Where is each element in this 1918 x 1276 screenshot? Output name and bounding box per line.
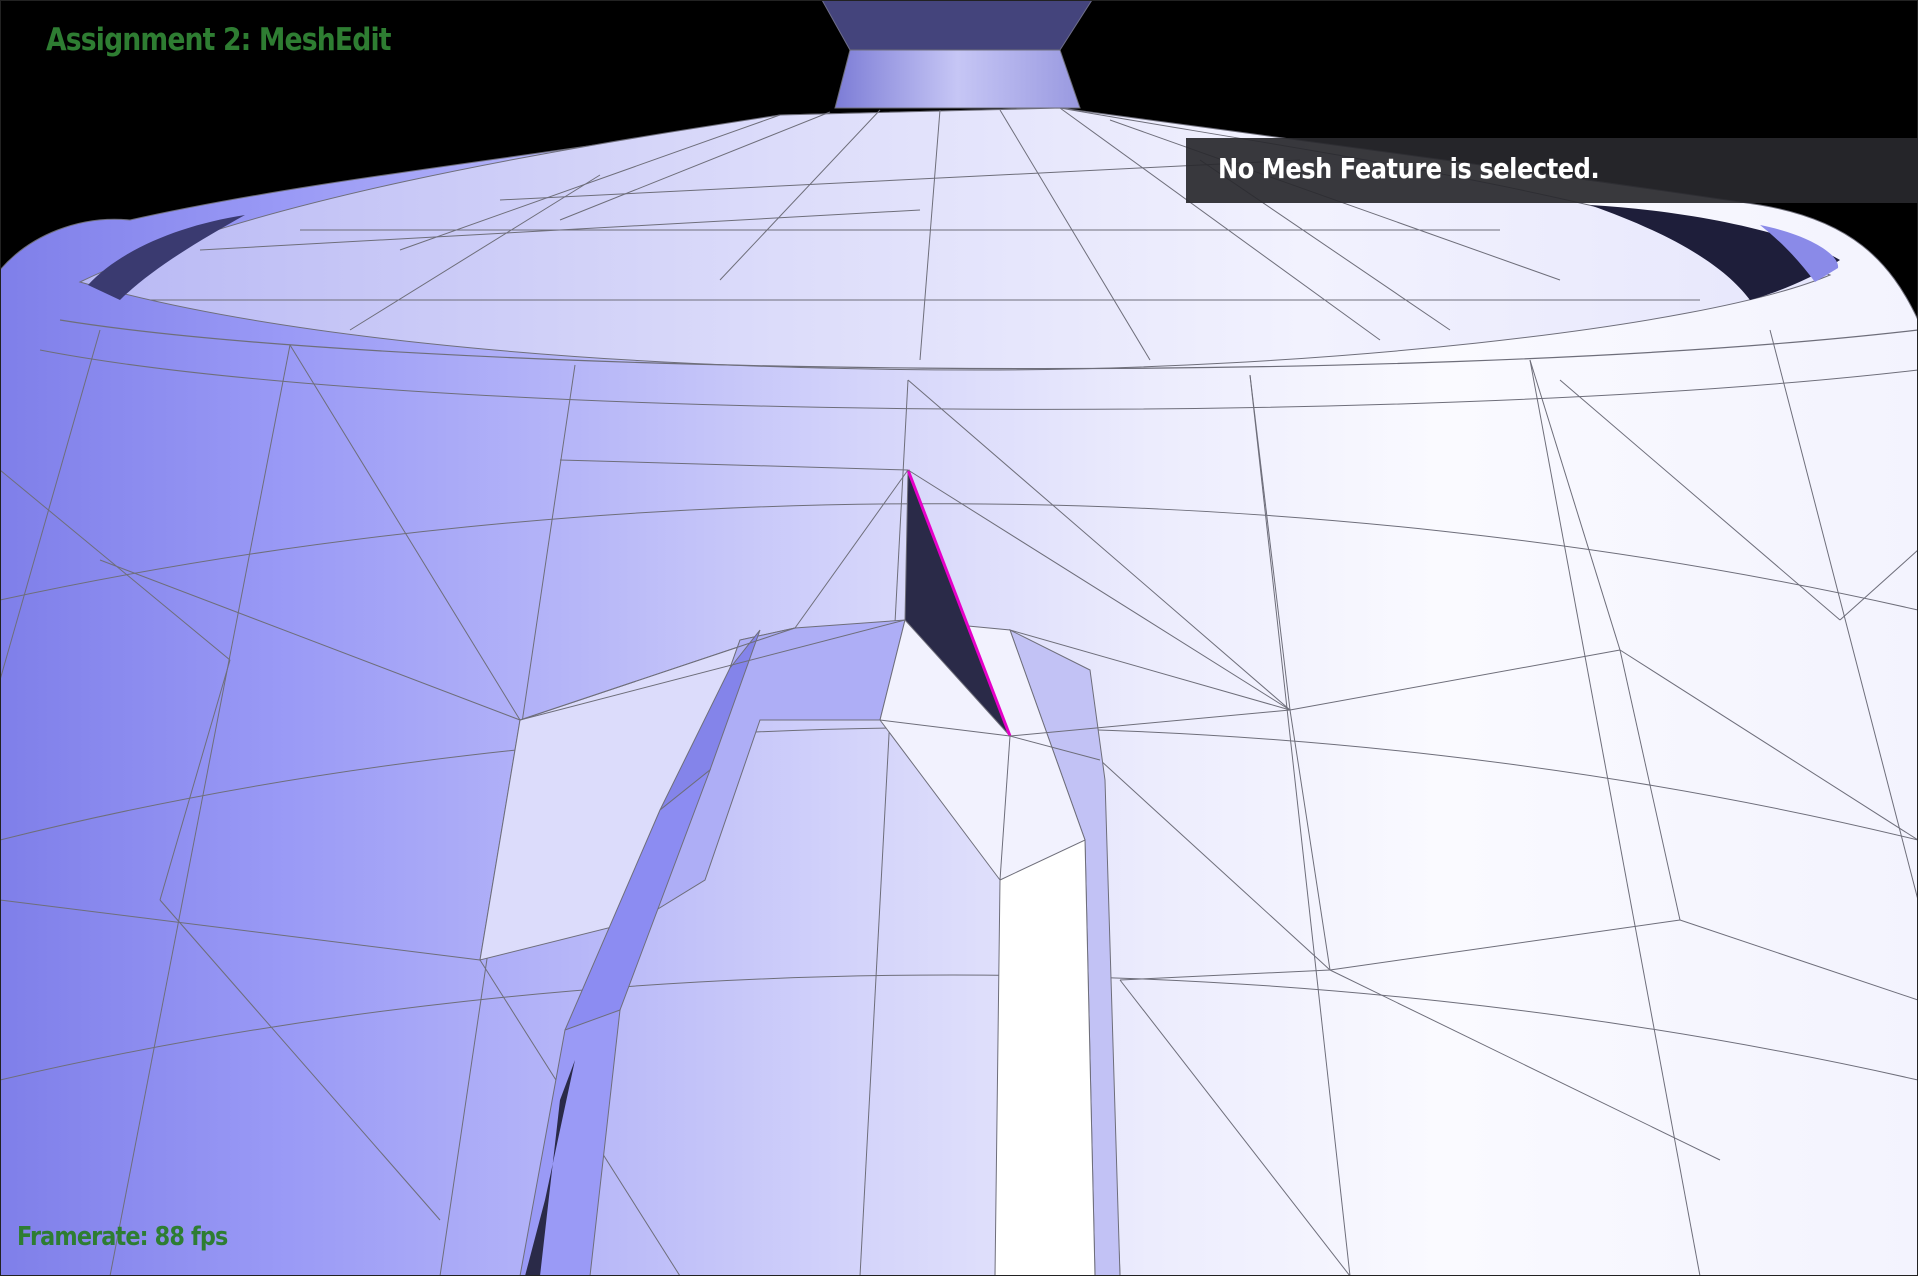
lid-knob: [821, 0, 1093, 109]
selection-info-panel: No Mesh Feature is selected.: [1186, 138, 1918, 203]
framerate-readout: Framerate: 88 fps: [17, 1222, 228, 1252]
app-title: Assignment 2: MeshEdit: [46, 22, 392, 58]
selection-status-text: No Mesh Feature is selected.: [1218, 152, 1600, 185]
